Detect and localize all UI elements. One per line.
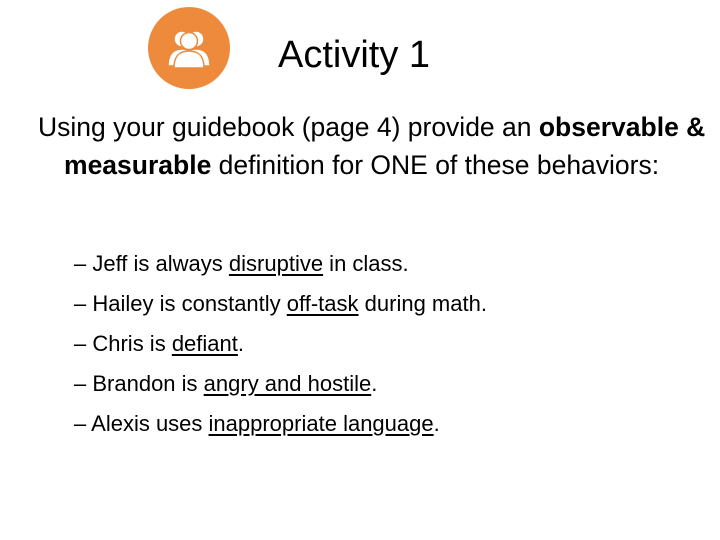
dash-bullet: – (74, 331, 93, 356)
underlined-term: angry and hostile (203, 371, 372, 396)
item-text: Hailey is constantly (92, 291, 287, 316)
underlined-term: inappropriate language (208, 411, 434, 436)
item-text: Alexis uses (91, 411, 209, 436)
list-item: – Jeff is always disruptive in class. (74, 244, 487, 284)
slide-title: Activity 1 (278, 34, 431, 76)
behavior-list: – Jeff is always disruptive in class. – … (74, 244, 487, 444)
underlined-term: off-task (286, 291, 359, 316)
item-text: . (371, 371, 378, 396)
list-item: – Brandon is angry and hostile. (74, 364, 487, 404)
item-text: . (237, 331, 244, 356)
list-item: – Hailey is constantly off-task during m… (74, 284, 487, 324)
group-users-icon (148, 7, 230, 89)
item-text: in class. (323, 251, 409, 276)
dash-bullet: – (74, 251, 93, 276)
dash-bullet: – (74, 411, 92, 436)
list-item: – Chris is defiant. (74, 324, 487, 364)
dash-bullet: – (74, 291, 93, 316)
item-text: . (433, 411, 440, 436)
underlined-term: defiant (171, 331, 238, 356)
list-item: – Alexis uses inappropriate language. (74, 404, 487, 444)
dash-bullet: – (74, 371, 93, 396)
item-text: Chris is (92, 331, 172, 356)
instruction-tail: definition for ONE of these behaviors: (211, 150, 660, 180)
item-text: Brandon is (92, 371, 204, 396)
item-text: Jeff is always (92, 251, 229, 276)
users-glyph (167, 30, 211, 68)
instruction-lead: Using your guidebook (page 4) provide an (38, 112, 539, 142)
instruction-text: Using your guidebook (page 4) provide an… (38, 108, 714, 184)
underlined-term: disruptive (228, 251, 324, 276)
item-text: during math. (358, 291, 487, 316)
